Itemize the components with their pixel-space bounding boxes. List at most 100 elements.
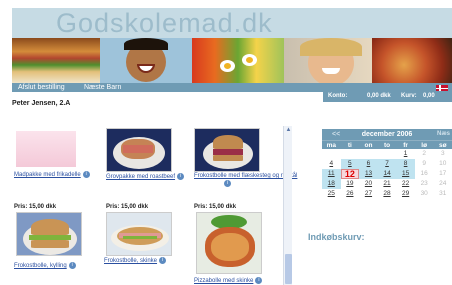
day-name: to (383, 142, 391, 149)
calendar-day: 9 (422, 160, 426, 167)
day-name: on (364, 142, 373, 149)
product-link-kylling[interactable]: Frokostbolle, kylling i (14, 262, 76, 270)
header-photo-strip (12, 38, 452, 83)
product-image-pizzabolle[interactable] (196, 212, 262, 274)
product-image-kylling[interactable] (16, 212, 82, 256)
calendar-week: 11 12 13 14 15 16 17 (322, 169, 452, 179)
info-icon[interactable]: i (177, 173, 185, 180)
calendar-day[interactable]: 19 (341, 179, 360, 189)
nav-finish-order[interactable]: Afslut bestilling (18, 83, 65, 92)
day-name: lø (421, 142, 428, 149)
calendar-day (341, 149, 360, 159)
day-name: ma (326, 142, 336, 149)
calendar-day[interactable]: 15 (396, 169, 415, 179)
boy-eating-photo (100, 38, 192, 83)
calendar-day (378, 149, 397, 159)
konto-label: Konto: (328, 93, 348, 99)
product-price: Pris: 15,00 dkk (106, 204, 149, 210)
calendar-day: 16 (420, 170, 428, 177)
calendar-day[interactable]: 18 (322, 179, 341, 189)
calendar-day: 31 (439, 190, 447, 197)
calendar-day (359, 149, 378, 159)
calendar-day: 30 (420, 190, 428, 197)
calendar-week: 18 19 20 21 22 23 24 (322, 179, 452, 189)
product-name: Pizzabolle med skinke (194, 278, 254, 285)
konto-value: 0,00 dkk (367, 93, 391, 99)
calendar-day[interactable]: 8 (396, 159, 415, 169)
product-name: Grovpakke med roastbeef (106, 174, 176, 181)
calendar-week: 4 5 6 7 8 9 10 (322, 159, 452, 169)
calendar-day[interactable]: 13 (359, 169, 378, 179)
calendar-next-month[interactable]: Næs (437, 129, 450, 140)
product-image-grovpakke[interactable] (106, 128, 172, 172)
calendar-day[interactable]: 26 (341, 189, 360, 199)
product-name: Frokostbolle, kylling (14, 263, 67, 270)
scroll-up-arrow-icon[interactable]: ▲ (284, 126, 293, 135)
product-name: Madpakke med frikadelle (14, 172, 81, 179)
product-link-madpakke[interactable]: Madpakke med frikadelle i (14, 171, 90, 179)
product-link-skinke[interactable]: Frokostbolle, skinke i (104, 257, 167, 265)
account-status-bar: Konto: 0,00 dkk Kurv: 0,00 (323, 91, 452, 102)
product-price: Pris: 15,00 dkk (14, 204, 57, 210)
info-icon[interactable]: i (224, 180, 231, 187)
vegetables-photo (192, 38, 284, 83)
smiling-woman-photo (284, 38, 372, 83)
sandwich-photo (12, 38, 100, 83)
calendar-day (322, 149, 341, 159)
product-image-flaeskesteg[interactable] (194, 128, 260, 172)
calendar-week: 25 26 27 28 29 30 31 (322, 189, 452, 199)
calendar-day[interactable]: 29 (396, 189, 415, 199)
kurv-label: Kurv: (401, 93, 417, 99)
product-list-scrollbar[interactable]: ▲ (283, 126, 292, 285)
calendar-day: 2 (422, 150, 426, 157)
calendar-day[interactable]: 25 (322, 189, 341, 199)
calendar-day[interactable]: 21 (378, 179, 397, 189)
product-link-flaeskesteg[interactable]: Frokostbolle med flæskesteg og rødkål (194, 173, 297, 180)
site-title: Godskolemad.dk (12, 8, 452, 38)
pizza-photo (372, 38, 452, 83)
product-name: Frokostbolle med flæskesteg og rødkål (194, 173, 298, 179)
calendar-day: 10 (439, 160, 447, 167)
calendar-day[interactable]: 11 (322, 169, 341, 179)
calendar-day-names: ma ti on to fr lø sø (322, 140, 452, 149)
calendar-day[interactable]: 14 (377, 169, 397, 179)
day-name: ti (347, 142, 352, 149)
calendar-day[interactable]: 28 (378, 189, 397, 199)
info-icon[interactable]: i (255, 277, 263, 284)
calendar-week: 1 2 3 (322, 149, 452, 159)
product-link-pizzabolle[interactable]: Pizzabolle med skinke i (194, 277, 263, 285)
info-icon[interactable]: i (82, 171, 90, 178)
day-name: fr (403, 142, 408, 149)
calendar-day[interactable]: 7 (377, 159, 397, 169)
calendar-day[interactable]: 4 (322, 159, 341, 169)
day-name: sø (438, 142, 447, 149)
info-icon[interactable]: i (68, 262, 76, 269)
product-name: Frokostbolle, skinke (104, 258, 158, 265)
calendar-prev-month[interactable]: << (332, 129, 340, 140)
calendar-day-today[interactable]: 12 (340, 169, 360, 179)
calendar-day[interactable]: 5 (340, 159, 360, 169)
scroll-thumb[interactable] (285, 254, 292, 284)
info-icon[interactable]: i (159, 257, 167, 264)
order-calendar: << december 2006 Næs ma ti on to fr lø s… (322, 129, 452, 209)
calendar-day[interactable]: 20 (359, 179, 378, 189)
calendar-day: 24 (439, 180, 447, 187)
kurv-value: 0,00 (423, 93, 435, 99)
shopping-cart-title: Indkøbskurv: (308, 232, 365, 242)
calendar-day: 3 (440, 150, 445, 157)
product-image-madpakke[interactable] (14, 129, 78, 169)
product-link-grovpakke[interactable]: Grovpakke med roastbeef i (106, 173, 185, 181)
calendar-day[interactable]: 6 (359, 159, 378, 169)
calendar-month-label: december 2006 (361, 131, 413, 138)
calendar-day: 23 (420, 180, 428, 187)
calendar-day: 17 (439, 170, 447, 177)
child-name: Peter Jensen, 2.A (12, 100, 71, 107)
product-image-skinke[interactable] (106, 212, 172, 256)
calendar-header: << december 2006 Næs (322, 129, 452, 140)
calendar-day[interactable]: 27 (359, 189, 378, 199)
nav-next-child[interactable]: Næste Barn (84, 83, 121, 92)
calendar-day[interactable]: 22 (396, 179, 415, 189)
product-price: Pris: 15,00 dkk (194, 204, 237, 210)
site-header: Godskolemad.dk Afslut bestilling Næste B… (12, 8, 452, 92)
calendar-day[interactable]: 1 (396, 149, 415, 159)
